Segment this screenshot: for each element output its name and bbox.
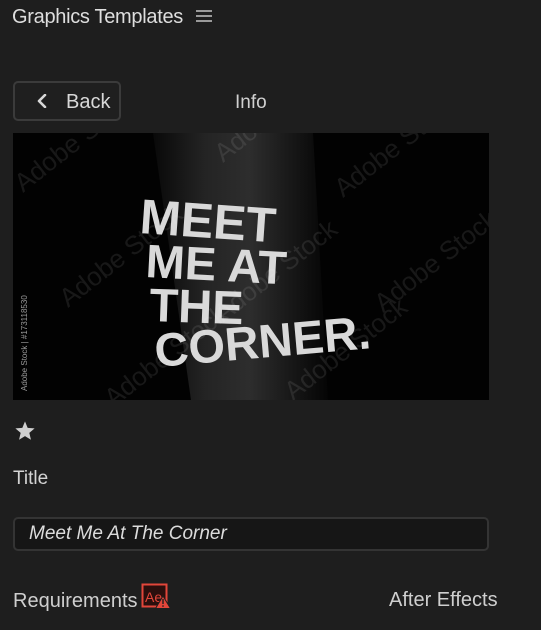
panel-title: Graphics Templates xyxy=(12,6,183,28)
back-button-label: Back xyxy=(66,91,111,113)
panel-header: Graphics Templates xyxy=(0,0,541,36)
title-label: Title xyxy=(13,468,49,489)
chevron-left-icon xyxy=(37,94,47,108)
requirement-value: After Effects xyxy=(389,589,498,611)
template-preview-image: MEET ME AT THE CORNER. Adobe Stock Adobe… xyxy=(13,133,489,400)
info-heading: Info xyxy=(235,92,267,113)
stock-id-label: Adobe Stock | #173118530 xyxy=(20,295,29,391)
hamburger-menu-icon[interactable] xyxy=(196,10,212,24)
back-button[interactable]: Back xyxy=(13,81,121,121)
requirements-label: Requirements xyxy=(13,590,138,612)
title-field[interactable]: Meet Me At The Corner xyxy=(13,517,489,551)
after-effects-warning-icon: Ae xyxy=(141,583,171,609)
star-icon[interactable] xyxy=(14,420,36,442)
